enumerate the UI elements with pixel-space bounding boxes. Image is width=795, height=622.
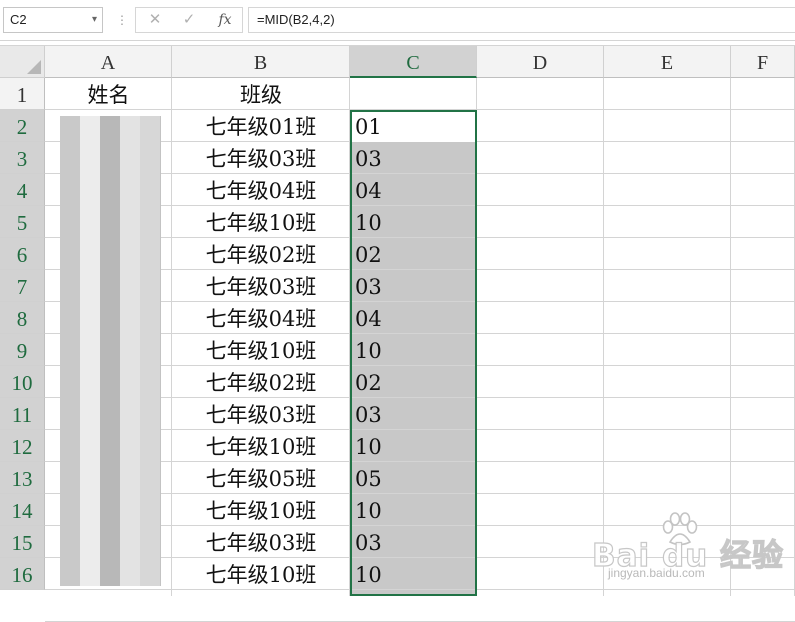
cell-b6[interactable]: 七年级02班 <box>172 238 350 270</box>
row-header-15[interactable]: 15 <box>0 526 45 558</box>
cell-b9[interactable]: 七年级10班 <box>172 334 350 366</box>
name-box[interactable]: C2 ▾ <box>3 7 103 33</box>
cell-c3[interactable]: 03 <box>350 142 477 174</box>
cell-b13[interactable]: 七年级05班 <box>172 462 350 494</box>
chevron-down-icon[interactable]: ▾ <box>92 8 97 32</box>
cell-b5[interactable]: 七年级10班 <box>172 206 350 238</box>
cancel-icon[interactable]: ✕ <box>140 8 170 32</box>
column-header-a[interactable]: A <box>45 46 172 78</box>
insert-function-icon[interactable]: fx <box>210 8 240 32</box>
cell-b2[interactable]: 七年级01班 <box>172 110 350 142</box>
row-header-9[interactable]: 9 <box>0 334 45 366</box>
row-header-2[interactable]: 2 <box>0 110 45 142</box>
cell-c11[interactable]: 03 <box>350 398 477 430</box>
cell-c14[interactable]: 10 <box>350 494 477 526</box>
select-all-button[interactable] <box>0 46 45 78</box>
cell-c16[interactable]: 10 <box>350 558 477 590</box>
cell-b1[interactable]: 班级 <box>172 78 350 110</box>
formula-input[interactable]: =MID(B2,4,2) <box>248 7 795 33</box>
cell-b12[interactable]: 七年级10班 <box>172 430 350 462</box>
enter-icon[interactable]: ✓ <box>174 8 204 32</box>
cell-c2[interactable]: 01 <box>350 110 477 142</box>
row-header-6[interactable]: 6 <box>0 238 45 270</box>
cell-b8[interactable]: 七年级04班 <box>172 302 350 334</box>
row-header-4[interactable]: 4 <box>0 174 45 206</box>
cell-c13[interactable]: 05 <box>350 462 477 494</box>
column-header-b[interactable]: B <box>172 46 350 78</box>
more-options-icon[interactable]: ⋮ <box>116 12 128 28</box>
cell-c12[interactable]: 10 <box>350 430 477 462</box>
column-header-e[interactable]: E <box>604 46 731 78</box>
cell-b4[interactable]: 七年级04班 <box>172 174 350 206</box>
row-header-3[interactable]: 3 <box>0 142 45 174</box>
column-header-c[interactable]: C <box>350 46 477 78</box>
cell-b10[interactable]: 七年级02班 <box>172 366 350 398</box>
formula-buttons: ✕ ✓ fx <box>135 7 243 33</box>
cell-c15[interactable]: 03 <box>350 526 477 558</box>
cell-c4[interactable]: 04 <box>350 174 477 206</box>
cell-b7[interactable]: 七年级03班 <box>172 270 350 302</box>
cell-b14[interactable]: 七年级10班 <box>172 494 350 526</box>
cell-c8[interactable]: 04 <box>350 302 477 334</box>
row-header-1[interactable]: 1 <box>0 78 45 110</box>
row-header-5[interactable]: 5 <box>0 206 45 238</box>
cell-c6[interactable]: 02 <box>350 238 477 270</box>
watermark-url: jingyan.baidu.com <box>608 566 705 580</box>
cell-b3[interactable]: 七年级03班 <box>172 142 350 174</box>
column-header-f[interactable]: F <box>731 46 795 78</box>
row-header-7[interactable]: 7 <box>0 270 45 302</box>
row-header-11[interactable]: 11 <box>0 398 45 430</box>
name-box-value: C2 <box>10 12 27 27</box>
row-header-8[interactable]: 8 <box>0 302 45 334</box>
cell-c9[interactable]: 10 <box>350 334 477 366</box>
cell-a1[interactable]: 姓名 <box>45 78 172 110</box>
cell-b15[interactable]: 七年级03班 <box>172 526 350 558</box>
column-header-d[interactable]: D <box>477 46 604 78</box>
baidu-jingyan-watermark: Bai du 经验 jingyan.baidu.com <box>590 512 795 582</box>
formula-bar: C2 ▾ ⋮ ✕ ✓ fx =MID(B2,4,2) <box>0 0 795 41</box>
cell-b11[interactable]: 七年级03班 <box>172 398 350 430</box>
row-header-10[interactable]: 10 <box>0 366 45 398</box>
row-header-16[interactable]: 16 <box>0 558 45 590</box>
cell-b16[interactable]: 七年级10班 <box>172 558 350 590</box>
row-header-13[interactable]: 13 <box>0 462 45 494</box>
row-header-12[interactable]: 12 <box>0 430 45 462</box>
cell-c10[interactable]: 02 <box>350 366 477 398</box>
row-header-14[interactable]: 14 <box>0 494 45 526</box>
blurred-names-mosaic <box>60 116 161 586</box>
cell-c7[interactable]: 03 <box>350 270 477 302</box>
cell-c5[interactable]: 10 <box>350 206 477 238</box>
